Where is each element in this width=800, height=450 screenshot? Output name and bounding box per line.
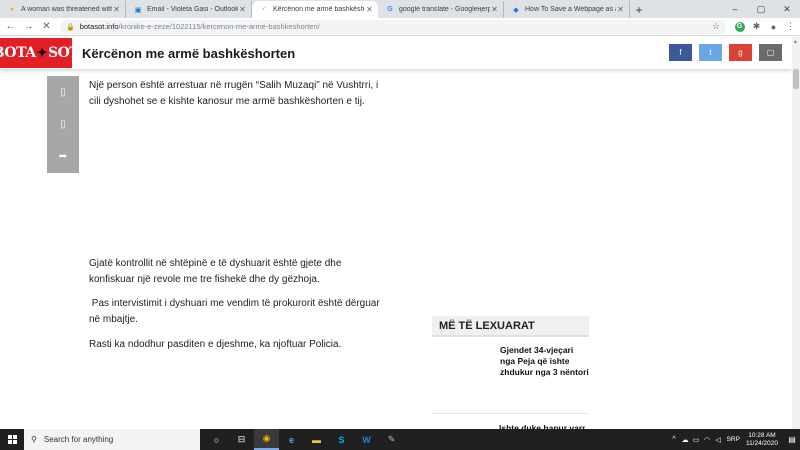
article-paragraph: Rasti ka ndodhur pasditen e djeshme, ka … xyxy=(89,339,342,350)
word-icon[interactable]: W xyxy=(354,429,379,450)
google-plus-icon: g xyxy=(738,48,743,57)
close-tab-icon[interactable]: ✕ xyxy=(365,5,374,14)
clock-time: 10:28 AM xyxy=(748,431,776,439)
menu-dots-icon[interactable]: ⋮ xyxy=(783,19,798,34)
volume-icon[interactable]: ◁ xyxy=(713,436,724,444)
tab-1[interactable]: ▣ Email - Violeta Gasi - Outlook ✕ xyxy=(126,1,252,18)
search-placeholder: Search for anything xyxy=(43,435,114,444)
loading-icon: ◜ xyxy=(262,6,266,14)
lock-icon[interactable]: 🔒 xyxy=(66,23,75,31)
most-read-heading: MË TË LEXUARAT xyxy=(432,316,589,337)
tab-title: Kërcënon me armë bashkëshorte xyxy=(273,6,365,13)
more-share-icon: ▢ xyxy=(766,48,775,57)
scroll-up-arrow-icon[interactable]: ▲ xyxy=(793,39,798,45)
system-tray: ^ ☁ ▭ ◠ ◁ SRP 10:28 AM 11/24/2020 ▤ xyxy=(669,429,800,450)
minimize-button[interactable]: – xyxy=(722,0,748,18)
tab-title: How To Save a Webpage as a PD xyxy=(525,6,616,13)
battery-icon[interactable]: ▭ xyxy=(691,436,702,444)
address-bar[interactable]: 🔒 botasot.info /kronike-e-zeze/1022115/k… xyxy=(60,19,726,34)
forward-button[interactable]: → xyxy=(21,19,36,34)
share-arrow-icon[interactable]: ➦ xyxy=(47,141,79,173)
most-read-thumbnail[interactable] xyxy=(432,345,492,393)
app-icon[interactable]: ✎ xyxy=(379,429,404,450)
search-icon: ⚲ xyxy=(31,435,37,444)
start-button[interactable] xyxy=(0,429,24,450)
divider xyxy=(432,413,589,414)
show-hidden-icons-icon[interactable]: ^ xyxy=(669,436,680,443)
new-tab-button[interactable]: + xyxy=(630,1,648,18)
close-tab-icon[interactable]: ✕ xyxy=(112,5,121,14)
scrollbar-thumb[interactable] xyxy=(793,69,799,89)
header-article-title: Kërcënon me armë bashkëshorten xyxy=(82,45,296,61)
bird-logo-icon: ✦ xyxy=(36,45,48,61)
taskbar-apps: ○ ⊟ ◉ e ▬ S W ✎ xyxy=(204,429,404,450)
clock[interactable]: 10:28 AM 11/24/2020 xyxy=(746,432,778,448)
page-icon: ◆ xyxy=(513,6,519,14)
profile-avatar-icon[interactable]: ● xyxy=(766,19,781,34)
tab-3[interactable]: G google translate - Googleңerp ✕ xyxy=(378,1,504,18)
window-controls: – ▢ ✕ xyxy=(722,0,800,18)
share-buttons-top: f t g ▢ xyxy=(669,44,782,61)
article-paragraph: Pas intervistimit i dyshuari me vendim t… xyxy=(89,298,383,325)
google-plus-share-button[interactable]: g xyxy=(729,44,752,61)
taskbar-search-box[interactable]: ⚲ Search for anything xyxy=(24,429,200,450)
article-paragraph: Gjatë kontrollit në shtëpinë e të dyshua… xyxy=(89,258,342,285)
skype-icon[interactable]: S xyxy=(329,429,354,450)
most-read-title[interactable]: Gjendet 34-vjeçari nga Peja që ishte zhd… xyxy=(500,345,589,393)
google-icon: G xyxy=(387,6,393,13)
tab-title: Email - Violeta Gasi - Outlook xyxy=(147,6,238,13)
url-path: /kronike-e-zeze/1022115/kercenon-me-arme… xyxy=(118,22,320,31)
close-tab-icon[interactable]: ✕ xyxy=(238,5,247,14)
tab-title: google translate - Googleңerp xyxy=(399,6,490,13)
windows-taskbar: ⚲ Search for anything ○ ⊟ ◉ e ▬ S W ✎ ^ … xyxy=(0,429,800,450)
cloud-icon[interactable]: ☁ xyxy=(680,436,691,444)
task-view-icon[interactable]: ○ xyxy=(204,429,229,450)
logo-text-left: BOTA xyxy=(0,45,36,61)
tab-title: A woman was threatened with a xyxy=(21,6,112,13)
more-share-button[interactable]: ▢ xyxy=(759,44,782,61)
edge-icon[interactable]: e xyxy=(279,429,304,450)
grammarly-icon: G xyxy=(734,21,745,32)
botasot-logo[interactable]: BOTA ✦ SOT xyxy=(0,38,80,68)
page-scrollbar[interactable]: ▲ xyxy=(792,37,800,429)
tab-2[interactable]: ◜ Kërcënon me armë bashkëshorte ✕ xyxy=(252,1,378,18)
file-explorer-icon[interactable]: ▬ xyxy=(304,429,329,450)
maximize-button[interactable]: ▢ xyxy=(748,0,774,18)
most-read-widget: MË TË LEXUARAT Gjendet 34-vjeçari nga Pe… xyxy=(432,316,589,430)
tab-0[interactable]: ● A woman was threatened with a ✕ xyxy=(0,1,126,18)
twitter-share-button[interactable]: t xyxy=(699,44,722,61)
twitter-side-icon[interactable]: ▯ xyxy=(47,108,79,140)
close-tab-icon[interactable]: ✕ xyxy=(490,5,499,14)
clock-date: 11/24/2020 xyxy=(745,439,778,447)
article-paragraph: Një person është arrestuar në rrugën “Sa… xyxy=(89,80,379,107)
windows-logo-icon xyxy=(7,435,17,444)
timeline-icon[interactable]: ⊟ xyxy=(229,429,254,450)
most-read-item[interactable]: Gjendet 34-vjeçari nga Peja që ishte zhd… xyxy=(432,345,589,393)
facebook-share-button[interactable]: f xyxy=(669,44,692,61)
twitter-icon: t xyxy=(709,48,712,57)
bookmark-star-icon[interactable]: ☆ xyxy=(712,21,720,32)
logo-text-right: SOT xyxy=(48,45,80,61)
page-favicon-icon: ● xyxy=(9,6,15,13)
facebook-side-icon[interactable]: ▯ xyxy=(47,76,79,108)
tab-4[interactable]: ◆ How To Save a Webpage as a PD ✕ xyxy=(504,1,630,18)
browser-toolbar: ← → ✕ 🔒 botasot.info /kronike-e-zeze/102… xyxy=(0,18,800,36)
tab-strip: ● A woman was threatened with a ✕ ▣ Emai… xyxy=(0,0,800,18)
language-indicator[interactable]: SRP xyxy=(727,436,740,443)
back-button[interactable]: ← xyxy=(3,19,18,34)
outlook-icon: ▣ xyxy=(134,6,142,14)
stop-button[interactable]: ✕ xyxy=(39,19,54,34)
extensions-puzzle-icon[interactable]: ✱ xyxy=(749,19,764,34)
close-window-button[interactable]: ✕ xyxy=(774,0,800,18)
wifi-icon[interactable]: ◠ xyxy=(702,436,713,444)
notifications-icon[interactable]: ▤ xyxy=(784,429,800,450)
side-share-bar: ▯ ▯ ➦ xyxy=(47,76,79,173)
chrome-taskbar-icon[interactable]: ◉ xyxy=(254,429,279,450)
close-tab-icon[interactable]: ✕ xyxy=(616,5,625,14)
site-header: BOTA ✦ SOT Kërcënon me armë bashkëshorte… xyxy=(0,37,792,69)
facebook-icon: f xyxy=(679,48,682,57)
url-host: botasot.info xyxy=(79,22,119,31)
grammarly-extension-button[interactable]: G xyxy=(732,19,747,34)
